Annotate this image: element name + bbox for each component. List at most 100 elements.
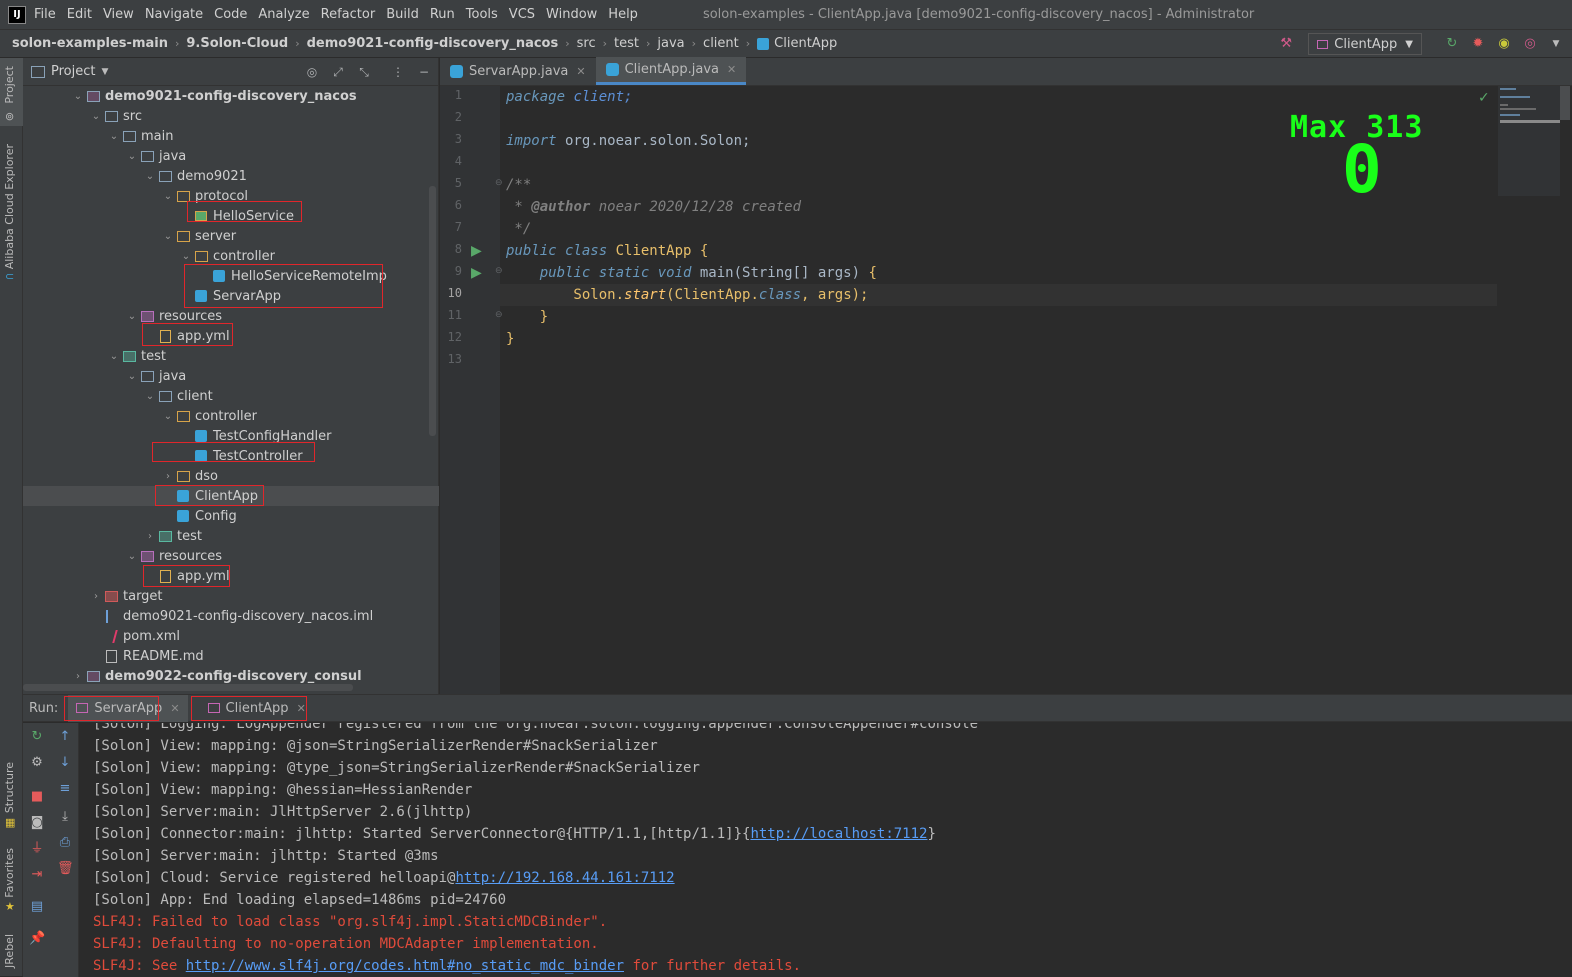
exit-icon[interactable]: ⇥ — [29, 867, 45, 883]
chevron-right-icon[interactable]: › — [143, 531, 157, 542]
plug-icon[interactable]: ⏚ — [29, 841, 45, 857]
breadcrumb-item[interactable]: 9.Solon-Cloud — [186, 36, 288, 51]
tree-item[interactable]: README.md — [23, 646, 439, 666]
trash-icon[interactable]: 🗑 — [57, 861, 74, 877]
close-icon[interactable]: ✕ — [170, 702, 179, 715]
tree-item[interactable]: › test — [23, 526, 439, 546]
chevron-down-icon[interactable]: ⌄ — [71, 91, 85, 102]
tree-item[interactable]: demo9021-config-discovery_nacos.iml — [23, 606, 439, 626]
run-configuration-select[interactable]: ClientApp ▼ — [1308, 33, 1422, 55]
collapse-all-icon[interactable]: ⤡ — [356, 64, 372, 80]
tree-item[interactable]: ⌄ demo9021 — [23, 166, 439, 186]
menu-window[interactable]: Window — [546, 7, 597, 22]
locate-target-icon[interactable]: ◎ — [304, 64, 320, 80]
project-view-selector[interactable]: Project — [51, 64, 95, 79]
chevron-down-icon[interactable]: ⌄ — [107, 131, 121, 142]
tool-tab-alibaba-cloud[interactable]: Alibaba Cloud Explorer — [3, 144, 16, 269]
layout-icon[interactable]: ▤ — [29, 899, 45, 915]
breadcrumb-item[interactable]: ClientApp — [774, 36, 837, 51]
tree-hscrollbar[interactable] — [23, 684, 353, 691]
menu-refactor[interactable]: Refactor — [321, 7, 376, 22]
menu-code[interactable]: Code — [214, 7, 247, 22]
tree-item[interactable]: pom.xml — [23, 626, 439, 646]
options-menu-icon[interactable]: ⋮ — [390, 64, 406, 80]
tree-item[interactable]: ⌄ demo9021-config-discovery_nacos — [23, 86, 439, 106]
menu-vcs[interactable]: VCS — [509, 7, 535, 22]
tree-item[interactable]: ⌄ controller — [23, 246, 439, 266]
editor-tab-servarapp[interactable]: ServarApp.java ✕ — [440, 57, 596, 85]
menu-help[interactable]: Help — [608, 7, 638, 22]
fold-icon[interactable]: ⊖ — [495, 178, 503, 188]
breadcrumb-item[interactable]: solon-examples-main — [12, 36, 168, 51]
tree-item[interactable]: ⌄ server — [23, 226, 439, 246]
chevron-down-icon[interactable]: ⌄ — [161, 231, 175, 242]
chevron-right-icon[interactable]: › — [161, 471, 175, 482]
run-gutter-icon[interactable]: ▶ — [471, 243, 482, 259]
menu-tools[interactable]: Tools — [466, 7, 498, 22]
tree-item[interactable]: ⌄ src — [23, 106, 439, 126]
menu-edit[interactable]: Edit — [67, 7, 92, 22]
pin-icon[interactable]: 📌 — [29, 931, 45, 947]
tool-tab-structure[interactable]: Structure — [3, 762, 16, 813]
expand-all-icon[interactable]: ⤢ — [330, 64, 346, 80]
chevron-down-icon[interactable]: ⌄ — [125, 311, 139, 322]
console-output[interactable]: [Solon] Logging: LogAppender registered … — [93, 723, 1563, 977]
editor-vscrollbar[interactable] — [1560, 86, 1570, 120]
scroll-to-end-icon[interactable]: ⤓ — [57, 809, 73, 825]
breadcrumb-item[interactable]: demo9021-config-discovery_nacos — [307, 36, 559, 51]
rerun-icon[interactable]: ↻ — [1444, 36, 1460, 52]
tool-tab-jrebel[interactable]: JRebel — [3, 934, 16, 968]
breadcrumb-item[interactable]: src — [577, 36, 596, 51]
chevron-down-icon[interactable]: ⌄ — [161, 411, 175, 422]
arrow-up-icon[interactable]: ↑ — [57, 729, 73, 745]
stop-icon[interactable]: ■ — [29, 789, 45, 805]
chevron-down-icon[interactable]: ⌄ — [125, 151, 139, 162]
code-minimap[interactable] — [1498, 86, 1560, 196]
inspection-ok-icon[interactable]: ✓ — [1478, 90, 1490, 106]
menu-analyze[interactable]: Analyze — [258, 7, 309, 22]
debug-bug-icon[interactable]: ✹ — [1470, 36, 1486, 52]
tree-item[interactable]: app.yml — [23, 566, 439, 586]
chevron-down-icon[interactable]: ⌄ — [89, 111, 103, 122]
run-gutter-icon[interactable]: ▶ — [471, 265, 482, 281]
chevron-down-icon[interactable]: ⌄ — [143, 171, 157, 182]
tree-item[interactable]: ⌄ resources — [23, 546, 439, 566]
hide-panel-icon[interactable]: − — [416, 64, 432, 80]
tool-tab-favorites[interactable]: Favorites — [3, 848, 16, 898]
fold-icon[interactable]: ⊖ — [495, 310, 503, 320]
chevron-right-icon[interactable]: › — [71, 671, 85, 682]
tree-item[interactable]: ⌄ controller — [23, 406, 439, 426]
chevron-down-icon[interactable]: ⌄ — [143, 391, 157, 402]
chevron-down-icon[interactable]: ⌄ — [125, 551, 139, 562]
fold-icon[interactable]: ⊖ — [495, 266, 503, 276]
settings-gear-icon[interactable]: ⚙ — [29, 755, 45, 771]
chevron-down-icon[interactable]: ⌄ — [161, 191, 175, 202]
console-link[interactable]: http://www.slf4j.org/codes.html#no_stati… — [186, 958, 624, 974]
tree-item[interactable]: ⌄ java — [23, 366, 439, 386]
tree-item[interactable]: ⌄ client — [23, 386, 439, 406]
tree-item[interactable]: ⌄ test — [23, 346, 439, 366]
close-icon[interactable]: ✕ — [727, 63, 736, 76]
breadcrumb-item[interactable]: java — [657, 36, 684, 51]
rerun-icon[interactable]: ↻ — [29, 729, 45, 745]
menu-navigate[interactable]: Navigate — [145, 7, 203, 22]
console-link[interactable]: http://localhost:7112 — [750, 826, 927, 842]
arrow-down-icon[interactable]: ↓ — [57, 755, 73, 771]
console-link[interactable]: http://192.168.44.161:7112 — [455, 870, 674, 886]
build-hammer-icon[interactable]: ⚒ — [1278, 36, 1294, 52]
more-dropdown-icon[interactable]: ▼ — [1548, 36, 1564, 52]
coverage-icon[interactable]: ◉ — [1496, 36, 1512, 52]
chevron-down-icon[interactable]: ⌄ — [179, 251, 193, 262]
breadcrumb-item[interactable]: test — [614, 36, 639, 51]
tree-item[interactable]: ⌄ main — [23, 126, 439, 146]
tree-scrollbar[interactable] — [429, 186, 436, 436]
print-icon[interactable]: ⎙ — [57, 835, 73, 851]
menu-run[interactable]: Run — [430, 7, 455, 22]
tree-item[interactable]: ⌄ java — [23, 146, 439, 166]
tree-item[interactable]: › demo9022-config-discovery_consul — [23, 666, 439, 686]
chevron-down-icon[interactable]: ⌄ — [107, 351, 121, 362]
tree-item[interactable]: › dso — [23, 466, 439, 486]
breadcrumb-item[interactable]: client — [703, 36, 739, 51]
tree-item[interactable]: Config — [23, 506, 439, 526]
chevron-down-icon[interactable]: ⌄ — [125, 371, 139, 382]
